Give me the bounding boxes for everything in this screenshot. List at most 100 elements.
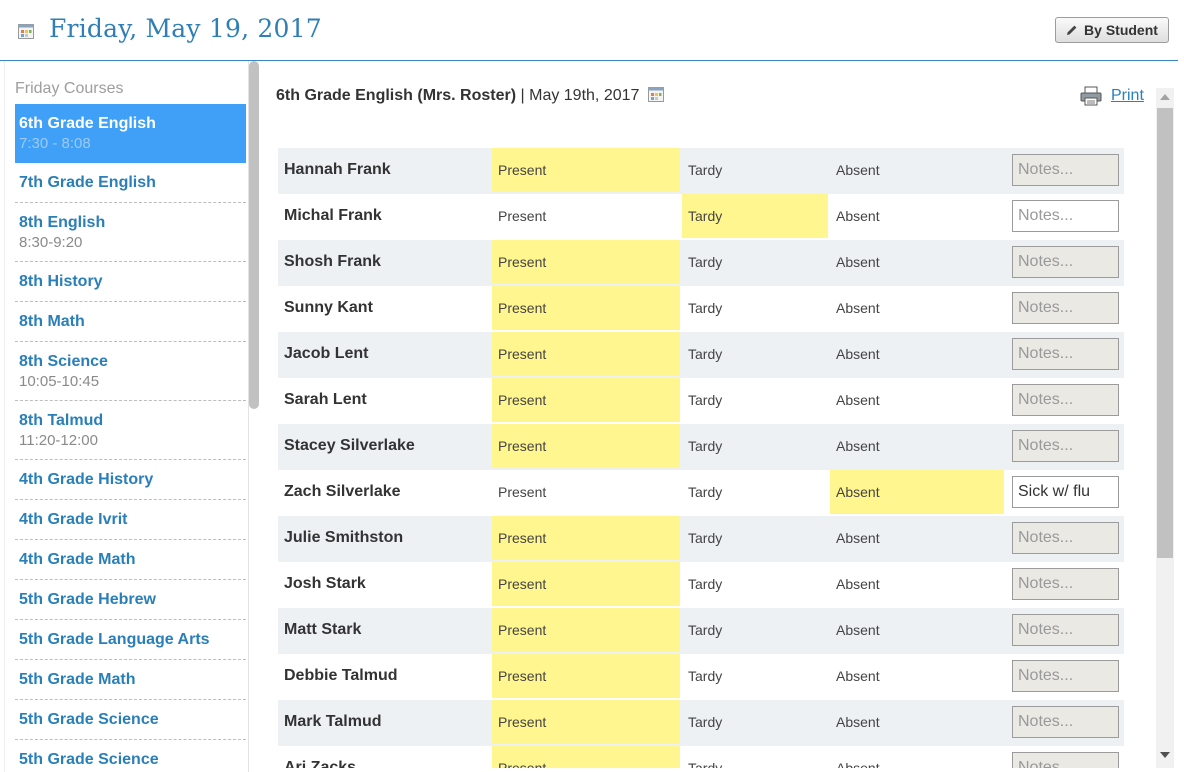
present-option[interactable]: Present (492, 194, 680, 238)
student-row: Sarah Lent Present Tardy Absent (278, 378, 1124, 424)
absent-option[interactable]: Absent (830, 286, 1004, 330)
present-option[interactable]: Present (492, 746, 680, 768)
course-list: 6th Grade English 7:30 - 8:08 7th Grade En… (15, 104, 246, 772)
course-time: 8:30-9:20 (19, 234, 83, 251)
tardy-option[interactable]: Tardy (682, 654, 828, 698)
notes-input[interactable] (1012, 660, 1119, 692)
scroll-up-icon[interactable] (1160, 94, 1170, 100)
student-row: Zach Silverlake Present Tardy Absent (278, 470, 1124, 516)
notes-input[interactable] (1012, 476, 1119, 508)
notes-input[interactable] (1012, 430, 1119, 462)
tardy-option[interactable]: Tardy (682, 562, 828, 606)
absent-option[interactable]: Absent (830, 562, 1004, 606)
absent-option[interactable]: Absent (830, 516, 1004, 560)
notes-input[interactable] (1012, 292, 1119, 324)
sidebar-course-item[interactable]: 4th Grade Math (15, 540, 246, 580)
student-row: Julie Smithston Present Tardy Absent (278, 516, 1124, 562)
tardy-option[interactable]: Tardy (682, 332, 828, 376)
scroll-down-icon[interactable] (1160, 752, 1170, 758)
notes-input[interactable] (1012, 706, 1119, 738)
absent-option[interactable]: Absent (830, 700, 1004, 744)
present-option[interactable]: Present (492, 148, 680, 192)
student-name: Sunny Kant (284, 299, 373, 316)
student-name: Hannah Frank (284, 161, 391, 178)
attendance-title: 6th Grade English (Mrs. Roster) | May 19… (276, 86, 664, 105)
notes-input[interactable] (1012, 154, 1119, 186)
present-option[interactable]: Present (492, 516, 680, 560)
course-name: 5th Grade Science (19, 711, 159, 728)
tardy-option[interactable]: Tardy (682, 194, 828, 238)
sidebar-course-item[interactable]: 6th Grade English 7:30 - 8:08 (15, 104, 246, 163)
notes-input[interactable] (1012, 200, 1119, 232)
sidebar-course-item[interactable]: 8th History (15, 262, 246, 302)
absent-option[interactable]: Absent (830, 470, 1004, 514)
tardy-option[interactable]: Tardy (682, 424, 828, 468)
sidebar-course-item[interactable]: 5th Grade Math (15, 660, 246, 700)
sidebar-course-item[interactable]: 5th Grade Science (15, 700, 246, 740)
present-option[interactable]: Present (492, 470, 680, 514)
present-option[interactable]: Present (492, 562, 680, 606)
present-option[interactable]: Present (492, 378, 680, 422)
by-student-button[interactable]: By Student (1055, 17, 1169, 43)
present-option[interactable]: Present (492, 608, 680, 652)
present-option[interactable]: Present (492, 700, 680, 744)
present-option[interactable]: Present (492, 286, 680, 330)
sidebar-course-item[interactable]: 8th Science 10:05-10:45 (15, 342, 246, 401)
tardy-option[interactable]: Tardy (682, 746, 828, 768)
present-option[interactable]: Present (492, 654, 680, 698)
notes-input[interactable] (1012, 246, 1119, 278)
scroll-thumb[interactable] (1157, 108, 1173, 558)
notes-input[interactable] (1012, 338, 1119, 370)
sidebar-course-item[interactable]: 8th Talmud 11:20-12:00 (15, 401, 246, 460)
student-row: Sunny Kant Present Tardy Absent (278, 286, 1124, 332)
sidebar-course-item[interactable]: 7th Grade English (15, 163, 246, 203)
sidebar-course-item[interactable]: 5th Grade Hebrew (15, 580, 246, 620)
notes-input[interactable] (1012, 522, 1119, 554)
student-row: Shosh Frank Present Tardy Absent (278, 240, 1124, 286)
present-option[interactable]: Present (492, 424, 680, 468)
absent-option[interactable]: Absent (830, 148, 1004, 192)
absent-option[interactable]: Absent (830, 378, 1004, 422)
calendar-icon[interactable] (18, 23, 34, 39)
notes-input[interactable] (1012, 614, 1119, 646)
notes-input[interactable] (1012, 384, 1119, 416)
tardy-option[interactable]: Tardy (682, 240, 828, 284)
student-name: Shosh Frank (284, 253, 381, 270)
sidebar-course-item[interactable]: 4th Grade History (15, 460, 246, 500)
present-option[interactable]: Present (492, 240, 680, 284)
course-name: 8th Math (19, 313, 85, 330)
course-name: 8th English (19, 214, 106, 231)
tardy-option[interactable]: Tardy (682, 148, 828, 192)
absent-option[interactable]: Absent (830, 746, 1004, 768)
course-name: 5th Grade Language Arts (19, 631, 210, 648)
calendar-icon[interactable] (647, 86, 664, 102)
tardy-option[interactable]: Tardy (682, 378, 828, 422)
notes-input[interactable] (1012, 568, 1119, 600)
absent-option[interactable]: Absent (830, 240, 1004, 284)
sidebar-course-item[interactable]: 8th English 8:30-9:20 (15, 203, 246, 262)
page-title: Friday, May 19, 2017 (49, 14, 322, 43)
absent-option[interactable]: Absent (830, 608, 1004, 652)
absent-option[interactable]: Absent (830, 332, 1004, 376)
absent-option[interactable]: Absent (830, 424, 1004, 468)
sidebar-course-item[interactable]: 4th Grade Ivrit (15, 500, 246, 540)
page-scrollbar[interactable] (1156, 88, 1174, 768)
absent-option[interactable]: Absent (830, 194, 1004, 238)
tardy-option[interactable]: Tardy (682, 286, 828, 330)
absent-option[interactable]: Absent (830, 654, 1004, 698)
student-row: Stacey Silverlake Present Tardy Absent (278, 424, 1124, 470)
tardy-option[interactable]: Tardy (682, 700, 828, 744)
course-sidebar: Friday Courses 6th Grade English 7:30 - 8… (4, 61, 249, 772)
sidebar-course-item[interactable]: 5th Grade Science (15, 740, 246, 772)
student-row: Josh Stark Present Tardy Absent (278, 562, 1124, 608)
tardy-option[interactable]: Tardy (682, 470, 828, 514)
print-label: Print (1111, 87, 1144, 104)
tardy-option[interactable]: Tardy (682, 608, 828, 652)
sidebar-course-item[interactable]: 5th Grade Language Arts (15, 620, 246, 660)
sidebar-course-item[interactable]: 8th Math (15, 302, 246, 342)
print-link[interactable]: Print (1080, 86, 1144, 106)
tardy-option[interactable]: Tardy (682, 516, 828, 560)
notes-input[interactable] (1012, 752, 1119, 768)
present-option[interactable]: Present (492, 332, 680, 376)
sidebar-scrollbar[interactable] (249, 61, 259, 409)
